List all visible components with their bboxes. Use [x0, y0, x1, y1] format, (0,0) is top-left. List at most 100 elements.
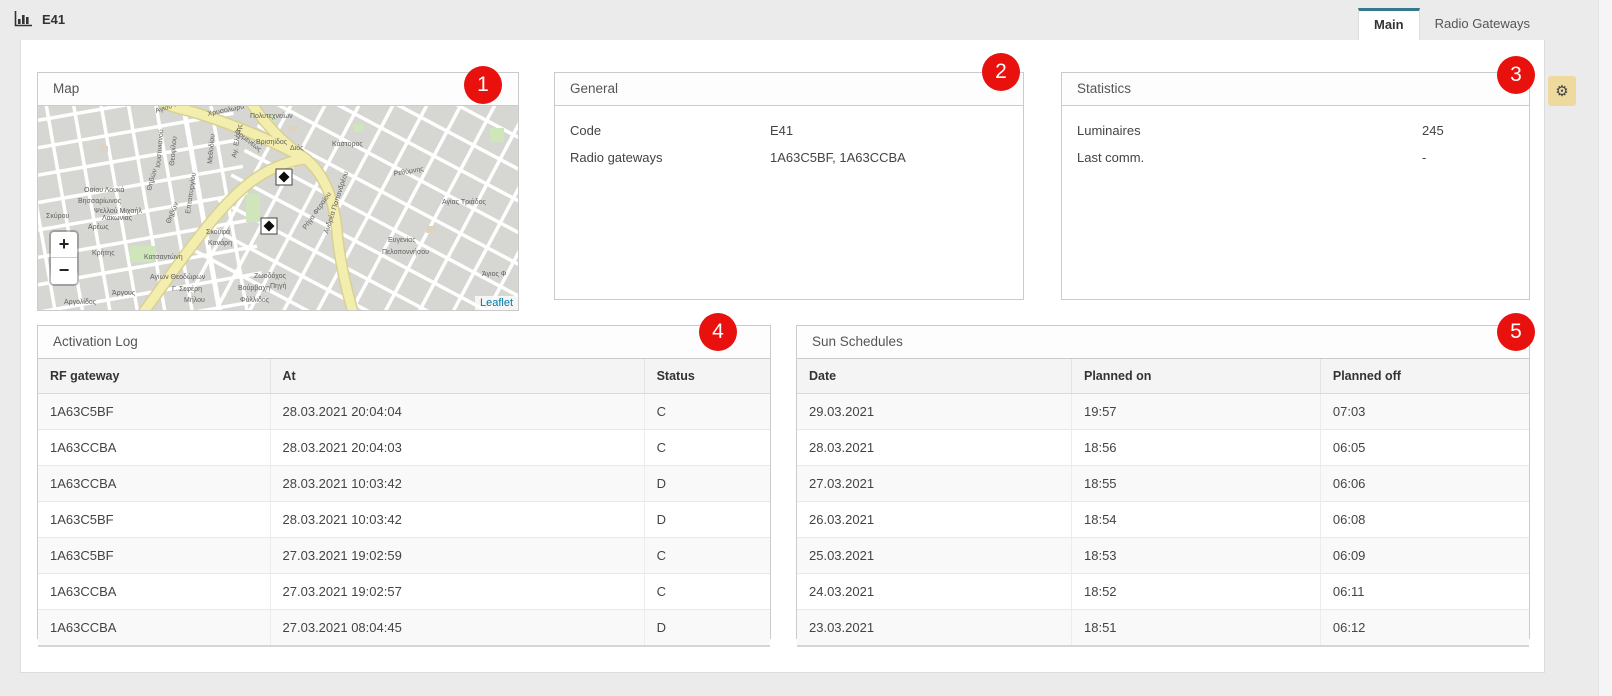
table-cell: 18:55 — [1072, 466, 1321, 502]
table-cell: 25.03.2021 — [797, 538, 1072, 574]
map-tiles: ΘηβώνΘηβώνΑνδρέα ΠαπανδρέουΠολυτεχνείωνΒ… — [38, 106, 518, 310]
statistics-panel-title: Statistics — [1062, 73, 1529, 106]
sun-schedules-panel-title: Sun Schedules — [797, 326, 1529, 359]
column-header: RF gateway — [38, 359, 270, 394]
table-cell: 18:53 — [1072, 538, 1321, 574]
general-row-code: Code E41 — [555, 117, 1023, 144]
table-cell: D — [644, 502, 770, 538]
column-header: Status — [644, 359, 770, 394]
leaflet-link[interactable]: Leaflet — [480, 297, 513, 309]
street-label: Γ. Σεφέρη — [172, 285, 202, 293]
table-cell: 07:03 — [1320, 394, 1529, 430]
field-value: - — [1422, 150, 1426, 165]
tab-bar: Main Radio Gateways — [1358, 8, 1545, 40]
street-label: Ζωοδόχος — [254, 272, 287, 280]
street-label: Βούρβαχη — [238, 284, 270, 292]
page-title: E41 — [14, 11, 65, 27]
table-cell: 18:56 — [1072, 430, 1321, 466]
table-row: 1A63C5BF27.03.2021 19:02:59C — [38, 538, 770, 574]
sun-schedules-panel: Sun Schedules DatePlanned onPlanned off2… — [796, 325, 1530, 639]
top-bar: E41 Main Radio Gateways — [0, 0, 1612, 40]
field-value: E41 — [770, 123, 793, 138]
bar-chart-icon — [14, 11, 33, 27]
table-row: 1A63CCBA27.03.2021 08:04:45D — [38, 610, 770, 647]
street-label: Σκουφά — [206, 228, 230, 236]
street-label: Κάστορος — [332, 140, 363, 148]
field-value: 1A63C5BF, 1A63CCBA — [770, 150, 906, 165]
table-row: 25.03.202118:5306:09 — [797, 538, 1529, 574]
street-label: Αγίας Τριάδος — [442, 198, 486, 206]
statistics-row-luminaires: Luminaires 245 — [1062, 117, 1529, 144]
general-row-radio-gateways: Radio gateways 1A63C5BF, 1A63CCBA — [555, 144, 1023, 171]
general-panel: General Code E41 Radio gateways 1A63C5BF… — [554, 72, 1024, 300]
activation-log-table: RF gatewayAtStatus1A63C5BF28.03.2021 20:… — [38, 359, 770, 647]
table-cell: 06:11 — [1320, 574, 1529, 610]
gear-icon: ⚙ — [1555, 82, 1568, 100]
field-value: 245 — [1422, 123, 1444, 138]
street-label: Οσίου Λουκά — [84, 186, 124, 194]
main-content: Map — [20, 40, 1545, 673]
table-header-row: RF gatewayAtStatus — [38, 359, 770, 394]
table-cell: 1A63CCBA — [38, 610, 270, 647]
table-cell: 28.03.2021 10:03:42 — [270, 466, 644, 502]
column-header: Planned off — [1320, 359, 1529, 394]
map-panel-title: Map — [38, 73, 518, 106]
annotation-badge-1: 1 — [464, 66, 502, 104]
statistics-row-last-comm: Last comm. - — [1062, 144, 1529, 171]
annotation-badge-5: 5 — [1497, 313, 1535, 351]
table-cell: 1A63CCBA — [38, 430, 270, 466]
table-cell: 23.03.2021 — [797, 610, 1072, 647]
field-label: Radio gateways — [570, 150, 770, 165]
map-panel: Map — [37, 72, 519, 311]
table-cell: 1A63C5BF — [38, 394, 270, 430]
table-cell: 1A63CCBA — [38, 574, 270, 610]
street-label: Μήλου — [184, 297, 205, 304]
table-cell: D — [644, 610, 770, 647]
street-label: Ευγενίας — [388, 236, 416, 244]
table-row: 1A63CCBA28.03.2021 10:03:42D — [38, 466, 770, 502]
tab-radio-gateways[interactable]: Radio Gateways — [1420, 8, 1545, 40]
column-header: Date — [797, 359, 1072, 394]
table-cell: 06:05 — [1320, 430, 1529, 466]
column-header: Planned on — [1072, 359, 1321, 394]
street-label: Σκύρου — [46, 212, 70, 220]
street-label: Κατσαντώνη — [144, 253, 183, 261]
table-cell: 27.03.2021 — [797, 466, 1072, 502]
table-row: 1A63C5BF28.03.2021 10:03:42D — [38, 502, 770, 538]
table-cell: C — [644, 430, 770, 466]
vertical-scrollbar[interactable] — [1598, 0, 1612, 696]
street-label: Αγίων Θεοδώρων — [150, 273, 206, 281]
table-cell: 06:08 — [1320, 502, 1529, 538]
table-cell: 18:52 — [1072, 574, 1321, 610]
settings-gear-button[interactable]: ⚙ — [1548, 76, 1576, 106]
table-cell: 28.03.2021 20:04:03 — [270, 430, 644, 466]
street-label: Κρήτης — [92, 250, 115, 257]
street-label: Διός — [290, 144, 304, 152]
field-label: Luminaires — [1077, 123, 1422, 138]
map-marker[interactable] — [276, 169, 292, 185]
map-canvas[interactable]: ΘηβώνΘηβώνΑνδρέα ΠαπανδρέουΠολυτεχνείωνΒ… — [38, 106, 518, 310]
table-cell: 1A63C5BF — [38, 538, 270, 574]
table-cell: D — [644, 466, 770, 502]
map-marker[interactable] — [261, 218, 277, 234]
table-row: 28.03.202118:5606:05 — [797, 430, 1529, 466]
table-cell: 1A63C5BF — [38, 502, 270, 538]
table-cell: C — [644, 574, 770, 610]
street-label: Φύλλιδος — [240, 296, 270, 304]
street-label: Αργολίδος — [64, 298, 97, 306]
table-cell: C — [644, 538, 770, 574]
tab-main[interactable]: Main — [1358, 8, 1420, 40]
table-row: 29.03.202119:5707:03 — [797, 394, 1529, 430]
zoom-in-button[interactable]: + — [51, 232, 77, 258]
street-label: Βησσαρίωνος — [78, 197, 122, 205]
general-panel-title: General — [555, 73, 1023, 106]
table-row: 26.03.202118:5406:08 — [797, 502, 1529, 538]
table-cell: 27.03.2021 19:02:59 — [270, 538, 644, 574]
zoom-out-button[interactable]: − — [51, 258, 77, 284]
activation-log-panel-title: Activation Log — [38, 326, 770, 359]
annotation-badge-4: 4 — [699, 313, 737, 351]
table-row: 23.03.202118:5106:12 — [797, 610, 1529, 647]
table-row: 27.03.202118:5506:06 — [797, 466, 1529, 502]
table-cell: 06:09 — [1320, 538, 1529, 574]
street-label: Αρέως — [88, 223, 109, 231]
